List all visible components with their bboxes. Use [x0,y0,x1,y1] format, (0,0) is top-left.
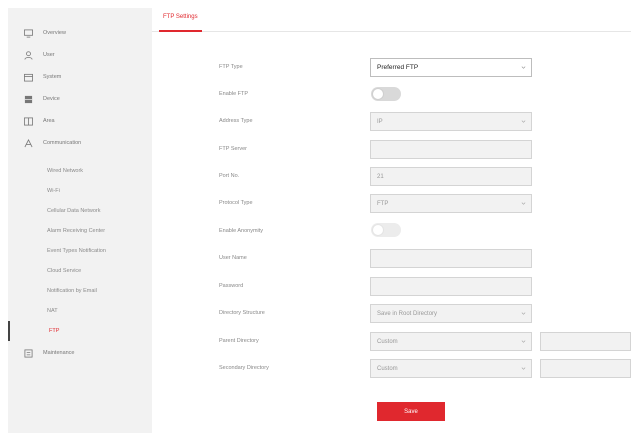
sidebar-subitem-alarm-receiving-center[interactable]: Alarm Receiving Center [8,221,152,241]
parent-directory-select[interactable]: Custom [370,332,532,351]
sidebar-subitem-ftp[interactable]: FTP [8,321,152,341]
toggle-knob [372,224,384,236]
sidebar-subitem-label: Alarm Receiving Center [47,228,106,234]
sidebar-item-communication[interactable]: Communication [8,132,152,154]
secondary-directory-label: Secondary Directory [219,365,269,371]
sidebar-item-label: System [43,74,62,80]
sidebar: Overview User System Device Area Communi… [8,8,152,433]
sidebar-subitem-cellular-data-network[interactable]: Cellular Data Network [8,201,152,221]
port-no-value: 21 [377,173,384,180]
toggle-knob [372,88,384,100]
sidebar-item-device[interactable]: Device [8,88,152,110]
sidebar-item-label: Overview [43,30,66,36]
port-no-label: Port No. [219,173,240,179]
sidebar-item-system[interactable]: System [8,66,152,88]
chevron-down-icon [521,119,526,124]
secondary-directory-select[interactable]: Custom [370,359,532,378]
enable-ftp-toggle[interactable] [371,87,401,101]
device-icon [24,95,33,104]
ftp-type-value: Preferred FTP [377,64,419,71]
sidebar-subitem-event-types-notification[interactable]: Event Types Notification [8,241,152,261]
enable-ftp-label: Enable FTP [219,91,249,97]
protocol-type-label: Protocol Type [219,200,253,206]
sidebar-item-label: Communication [43,140,82,146]
chevron-down-icon [521,65,526,70]
sidebar-subitem-cloud-service[interactable]: Cloud Service [8,261,152,281]
sidebar-subitem-wifi[interactable]: Wi-Fi [8,181,152,201]
sidebar-item-overview[interactable]: Overview [8,22,152,44]
protocol-type-value: FTP [377,200,389,207]
sidebar-subitem-label: Event Types Notification [47,248,106,254]
address-type-label: Address Type [219,118,253,124]
sidebar-subitem-label: Cellular Data Network [47,208,101,214]
directory-structure-value: Save in Root Directory [377,310,438,317]
sidebar-subitem-label: NAT [47,308,58,314]
sidebar-item-area[interactable]: Area [8,110,152,132]
parent-directory-label: Parent Directory [219,338,259,344]
protocol-type-select[interactable]: FTP [370,194,532,213]
enable-anonymity-label: Enable Anonymity [219,228,264,234]
sidebar-subitem-label: Notification by Email [47,288,97,294]
secondary-directory-custom-input[interactable] [540,359,631,378]
user-icon [24,50,33,60]
ftp-server-label: FTP Server [219,146,248,152]
tab-ftp-settings[interactable]: FTP Settings [159,14,202,32]
sidebar-subitem-nat[interactable]: NAT [8,301,152,321]
password-label: Password [219,283,244,289]
port-no-input[interactable]: 21 [370,167,532,186]
sidebar-subitem-label: FTP [49,328,60,334]
maintenance-icon [24,348,33,358]
address-type-select[interactable]: IP [370,112,532,131]
system-icon [24,73,33,82]
password-input[interactable] [370,277,532,296]
chevron-down-icon [521,366,526,371]
ftp-server-input[interactable] [370,140,532,159]
area-icon [24,116,33,126]
sidebar-item-label: Maintenance [43,350,75,356]
sidebar-item-maintenance[interactable]: Maintenance [8,342,152,364]
sidebar-item-user[interactable]: User [8,44,152,66]
sidebar-item-label: Area [43,118,55,124]
main-panel: FTP Settings FTP Type Preferred FTP Enab… [152,8,631,433]
user-name-label: User Name [219,255,247,261]
sidebar-subitem-label: Wired Network [47,168,84,174]
address-type-value: IP [377,118,383,125]
chevron-down-icon [521,311,526,316]
secondary-directory-value: Custom [377,365,398,372]
user-name-input[interactable] [370,249,532,268]
chevron-down-icon [521,339,526,344]
parent-directory-value: Custom [377,338,398,345]
directory-structure-select[interactable]: Save in Root Directory [370,304,532,323]
ftp-type-select[interactable]: Preferred FTP [370,58,532,77]
enable-anonymity-toggle[interactable] [371,223,401,237]
sidebar-subitem-notification-by-email[interactable]: Notification by Email [8,281,152,301]
ftp-type-label: FTP Type [219,64,243,70]
tab-bar: FTP Settings [152,8,631,32]
sidebar-subitem-label: Cloud Service [47,268,82,274]
sidebar-item-label: Device [43,96,60,102]
sidebar-item-label: User [43,52,55,58]
sidebar-subitem-wired-network[interactable]: Wired Network [8,161,152,181]
monitor-icon [24,28,33,38]
save-button[interactable]: Save [377,402,445,421]
chevron-down-icon [521,201,526,206]
communication-icon [24,138,33,148]
directory-structure-label: Directory Structure [219,310,265,316]
parent-directory-custom-input[interactable] [540,332,631,351]
sidebar-subitem-label: Wi-Fi [47,188,60,194]
